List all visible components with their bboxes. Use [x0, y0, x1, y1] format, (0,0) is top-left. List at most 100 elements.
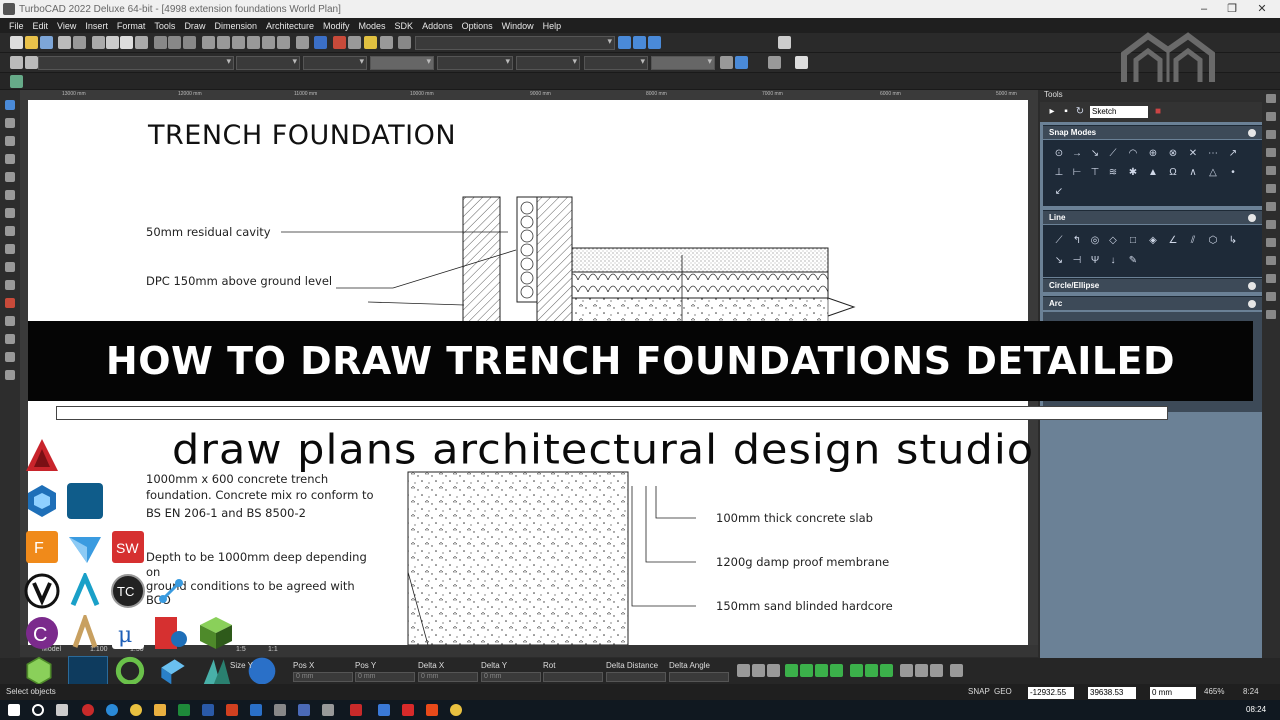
circle-tool-icon[interactable] — [5, 154, 15, 164]
menu-view[interactable]: View — [57, 21, 76, 31]
zoom-extents-icon[interactable] — [247, 36, 260, 49]
app3-icon[interactable] — [322, 704, 334, 716]
snap-side-icon[interactable] — [1266, 274, 1276, 283]
snap-quadrant-icon[interactable]: ⊕ — [1147, 148, 1159, 159]
layer-tool-icon[interactable] — [5, 352, 15, 362]
modify-tool-icon[interactable] — [5, 280, 15, 290]
menu-file[interactable]: File — [9, 21, 24, 31]
acrobat-icon[interactable] — [402, 704, 414, 716]
app2-icon[interactable] — [298, 704, 310, 716]
line-single-icon[interactable]: ⟋ — [1053, 235, 1065, 246]
edit-tool-icon[interactable] — [5, 118, 15, 128]
properties-side-icon[interactable] — [1266, 130, 1276, 139]
app4-icon[interactable] — [378, 704, 390, 716]
mode-selector[interactable]: Sketch — [1090, 106, 1148, 118]
line-parallel-icon[interactable]: ⫽ — [1187, 235, 1199, 246]
line-hexagon-icon[interactable]: ⬡ — [1207, 235, 1219, 246]
options-icon[interactable] — [767, 664, 780, 677]
nearest-toggle-icon[interactable] — [930, 664, 943, 677]
menu-format[interactable]: Format — [117, 21, 146, 31]
app-icon[interactable] — [274, 704, 286, 716]
insert-tool-icon[interactable] — [5, 262, 15, 272]
rot-input[interactable] — [543, 672, 603, 682]
dimension-tool-icon[interactable] — [5, 226, 15, 236]
drawing-setup-icon[interactable] — [778, 36, 791, 49]
menu-edit[interactable]: Edit — [33, 21, 49, 31]
layers-icon[interactable] — [348, 36, 361, 49]
arc-tool-icon[interactable] — [5, 172, 15, 182]
views-icon[interactable] — [1266, 256, 1276, 265]
menu-addons[interactable]: Addons — [422, 21, 453, 31]
snap-direction-icon[interactable]: ↙ — [1053, 186, 1065, 197]
pin-icon[interactable] — [1266, 94, 1276, 103]
menu-draw[interactable]: Draw — [184, 21, 205, 31]
snap-indicator[interactable]: SNAP — [968, 687, 990, 696]
help-pointer-icon[interactable] — [618, 36, 631, 49]
extra-toggle-icon[interactable] — [950, 664, 963, 677]
snap-extension-icon[interactable]: ⊤ — [1089, 167, 1101, 178]
brush-style-dropdown[interactable] — [437, 56, 513, 70]
redraw-icon[interactable] — [296, 36, 309, 49]
undo-icon[interactable] — [154, 36, 167, 49]
zoom-window-icon[interactable] — [232, 36, 245, 49]
menu-architecture[interactable]: Architecture — [266, 21, 314, 31]
snap-triangle-icon[interactable]: △ — [1207, 167, 1219, 178]
new-file-icon[interactable] — [10, 36, 23, 49]
snap-parallel-icon[interactable]: ⊢ — [1071, 167, 1083, 178]
layer-dropdown[interactable] — [415, 36, 615, 50]
menu-insert[interactable]: Insert — [85, 21, 108, 31]
library-icon[interactable] — [1266, 166, 1276, 175]
brush-color-dropdown[interactable] — [370, 56, 434, 70]
cut-icon[interactable] — [92, 36, 105, 49]
brush-icon[interactable] — [720, 56, 733, 69]
file-explorer-icon[interactable] — [154, 704, 166, 716]
line-bisector-icon[interactable]: ⊣ — [1071, 255, 1083, 266]
chrome-icon[interactable] — [130, 704, 142, 716]
snap-arc-icon[interactable]: ◠ — [1127, 148, 1139, 159]
save-icon[interactable] — [40, 36, 53, 49]
snap-intersection-icon[interactable]: ⊗ — [1167, 148, 1179, 159]
menu-modes[interactable]: Modes — [359, 21, 386, 31]
snap-free-icon[interactable]: ⊙ — [1053, 148, 1065, 159]
palette-options-icon[interactable]: ■ — [1152, 106, 1164, 117]
font-dropdown[interactable] — [584, 56, 648, 70]
windows-start-icon[interactable] — [8, 704, 20, 716]
geo-indicator[interactable]: GEO — [994, 687, 1012, 696]
print-icon[interactable] — [58, 36, 71, 49]
snap-vertex-icon[interactable]: → — [1071, 148, 1083, 159]
colors-icon[interactable] — [1266, 202, 1276, 211]
search-icon[interactable] — [32, 704, 44, 716]
chrome2-icon[interactable] — [450, 704, 462, 716]
line-tool-icon[interactable] — [5, 136, 15, 146]
report-icon[interactable] — [648, 36, 661, 49]
section-arc[interactable]: Arc — [1043, 296, 1262, 310]
grid-tool-icon[interactable] — [5, 334, 15, 344]
selection-info-icon[interactable] — [380, 36, 393, 49]
line-tangent-icon[interactable]: ↳ — [1227, 235, 1239, 246]
zoom-previous-icon[interactable] — [277, 36, 290, 49]
magnet-toggle-icon[interactable] — [850, 664, 863, 677]
tab-1-5[interactable]: 1:5 — [236, 646, 246, 653]
lock-icon[interactable] — [737, 664, 750, 677]
line-rotated-rect-icon[interactable]: ◈ — [1147, 235, 1159, 246]
center-toggle-icon[interactable] — [880, 664, 893, 677]
line-pen-icon[interactable]: ✎ — [1127, 255, 1139, 266]
line-rectangle-icon[interactable]: □ — [1127, 235, 1139, 246]
blocks-icon[interactable] — [1266, 148, 1276, 157]
section-snap-modes[interactable]: Snap Modes — [1043, 125, 1262, 139]
measure-icon[interactable] — [633, 36, 646, 49]
match-properties-icon[interactable] — [135, 36, 148, 49]
word-icon[interactable] — [202, 704, 214, 716]
opera-icon[interactable] — [82, 704, 94, 716]
snap-cross-icon[interactable]: ✕ — [1187, 148, 1199, 159]
delta-x-input[interactable]: 0 mm — [418, 672, 478, 682]
menu-tools[interactable]: Tools — [154, 21, 175, 31]
view-toggle-icon[interactable] — [795, 56, 808, 69]
polar-toggle-icon[interactable] — [815, 664, 828, 677]
snap-grid-icon[interactable]: ⋯ — [1207, 148, 1219, 159]
pen-style-dropdown[interactable] — [236, 56, 300, 70]
design-director-icon[interactable] — [364, 36, 377, 49]
delta-y-input[interactable]: 0 mm — [481, 672, 541, 682]
tangent-toggle-icon[interactable] — [915, 664, 928, 677]
undo-history-icon[interactable] — [183, 36, 196, 49]
